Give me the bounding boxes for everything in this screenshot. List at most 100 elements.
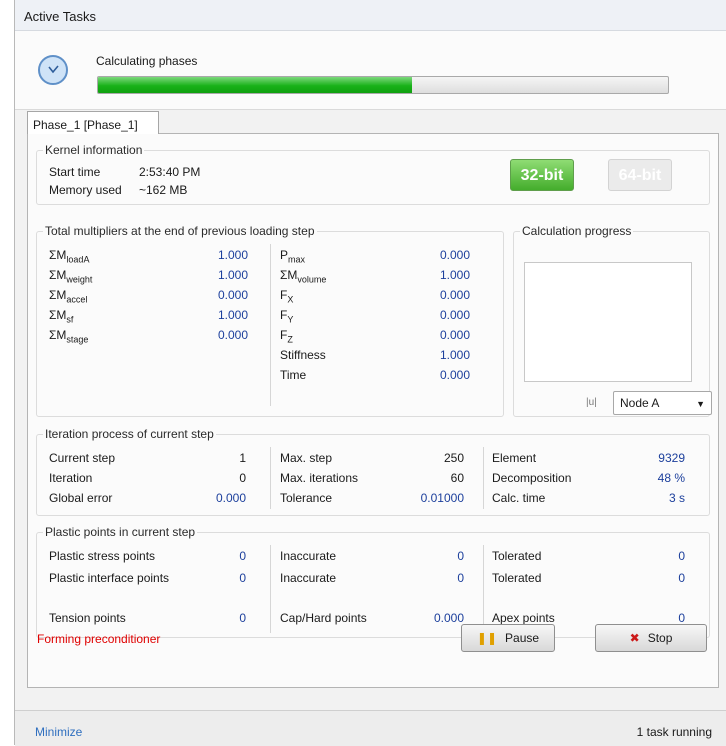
column-divider bbox=[270, 545, 271, 633]
plastic-value: 0 bbox=[457, 571, 464, 585]
plastic-label: Plastic interface points bbox=[49, 571, 170, 585]
multiplier-label: FX bbox=[280, 288, 293, 304]
multiplier-label: FZ bbox=[280, 328, 293, 344]
plastic-label: Tolerated bbox=[492, 571, 542, 585]
title-bar: Active Tasks bbox=[15, 0, 726, 31]
phase-progress-bar bbox=[97, 76, 669, 94]
calculation-progress-plot bbox=[524, 262, 692, 382]
multiplier-subscript: accel bbox=[66, 294, 88, 305]
plastic-label: Tension points bbox=[49, 611, 126, 625]
iteration-value: 9329 bbox=[658, 451, 685, 465]
multiplier-subscript: loadA bbox=[66, 254, 90, 265]
plastic-label: Plastic stress points bbox=[49, 549, 156, 563]
task-count: 1 task running bbox=[636, 725, 712, 739]
plastic-value: 0 bbox=[678, 611, 685, 625]
pause-button[interactable]: ❚❚ Pause bbox=[461, 624, 555, 652]
phase-label: Calculating phases bbox=[96, 54, 198, 68]
kernel-information-title: Kernel information bbox=[43, 143, 145, 157]
iteration-label: Element bbox=[492, 451, 537, 465]
iteration-label: Tolerance bbox=[280, 491, 333, 505]
chevron-down-icon: ▼ bbox=[696, 399, 705, 409]
iteration-group: Iteration process of current step Curren… bbox=[36, 427, 710, 516]
multiplier-label: Time bbox=[280, 368, 306, 382]
node-select[interactable]: Node A ▼ bbox=[613, 391, 712, 415]
plastic-value: 0 bbox=[678, 549, 685, 563]
32-bit-button[interactable]: 32-bit bbox=[510, 159, 574, 191]
multiplier-value: 1.000 bbox=[217, 308, 248, 322]
multiplier-value: 0.000 bbox=[217, 288, 248, 302]
multiplier-label: Stiffness bbox=[280, 348, 326, 362]
multiplier-symbol: Time bbox=[280, 368, 307, 382]
multiplier-value: 0.000 bbox=[439, 328, 470, 342]
multiplier-value: 1.000 bbox=[217, 248, 248, 262]
multiplier-symbol: ΣM bbox=[49, 328, 67, 342]
multiplier-subscript: sf bbox=[66, 314, 74, 325]
start-time-label: Start time bbox=[49, 165, 101, 179]
active-tasks-window: Active Tasks Calculating phases Phase_1 … bbox=[14, 0, 726, 746]
clock-icon bbox=[38, 55, 68, 85]
pause-icon: ❚❚ bbox=[476, 631, 498, 645]
calculation-progress-group: Calculation progress |u| Node A ▼ bbox=[513, 224, 712, 417]
multiplier-subscript: Z bbox=[287, 334, 293, 345]
plastic-label: Cap/Hard points bbox=[280, 611, 367, 625]
multipliers-group: Total multipliers at the end of previous… bbox=[36, 224, 504, 417]
column-divider bbox=[270, 447, 271, 509]
multiplier-value: 1.000 bbox=[439, 348, 470, 362]
status-message: Forming preconditioner bbox=[37, 632, 161, 646]
multiplier-label: Pmax bbox=[280, 248, 305, 264]
iteration-label: Global error bbox=[49, 491, 113, 505]
multiplier-value: 0.000 bbox=[439, 288, 470, 302]
stop-icon: ✖ bbox=[629, 631, 640, 645]
tab-panel: Kernel information Start time 2:53:40 PM… bbox=[27, 133, 719, 688]
iteration-value: 3 s bbox=[668, 491, 685, 505]
iteration-value: 60 bbox=[450, 471, 464, 485]
multiplier-subscript: weight bbox=[66, 274, 93, 285]
phase-header: Calculating phases bbox=[15, 31, 726, 110]
tab-phase-1[interactable]: Phase_1 [Phase_1] bbox=[27, 111, 159, 134]
multiplier-value: 0.000 bbox=[439, 248, 470, 262]
multiplier-symbol: Stiffness bbox=[280, 348, 326, 362]
memory-used-label: Memory used bbox=[49, 183, 122, 197]
calculation-progress-title: Calculation progress bbox=[520, 224, 634, 238]
multiplier-subscript: X bbox=[287, 294, 294, 305]
plastic-label: Apex points bbox=[492, 611, 555, 625]
stop-button-label: Stop bbox=[647, 631, 673, 645]
64-bit-button[interactable]: 64-bit bbox=[608, 159, 672, 191]
iteration-value: 48 % bbox=[657, 471, 685, 485]
multiplier-symbol: ΣM bbox=[49, 248, 67, 262]
iteration-label: Max. step bbox=[280, 451, 333, 465]
multiplier-value: 0.000 bbox=[439, 308, 470, 322]
plastic-value: 0 bbox=[678, 571, 685, 585]
multiplier-label: ΣMstage bbox=[49, 328, 88, 344]
pause-button-label: Pause bbox=[505, 631, 540, 645]
multiplier-subscript: Y bbox=[287, 314, 294, 325]
plastic-label: Inaccurate bbox=[280, 571, 337, 585]
plastic-points-title: Plastic points in current step bbox=[43, 525, 198, 539]
multiplier-subscript: max bbox=[288, 254, 306, 265]
multiplier-symbol: ΣM bbox=[280, 268, 298, 282]
multiplier-value: 1.000 bbox=[439, 268, 470, 282]
column-divider bbox=[483, 447, 484, 509]
iteration-label: Max. iterations bbox=[280, 471, 359, 485]
displacement-icon: |u| bbox=[586, 397, 597, 408]
multiplier-label: ΣMweight bbox=[49, 268, 92, 284]
window-title: Active Tasks bbox=[24, 9, 97, 24]
multiplier-label: FY bbox=[280, 308, 293, 324]
status-bar: Minimize 1 task running bbox=[15, 710, 726, 746]
minimize-link[interactable]: Minimize bbox=[35, 725, 82, 739]
multiplier-symbol: ΣM bbox=[49, 308, 67, 322]
node-select-value: Node A bbox=[620, 396, 660, 410]
multiplier-value: 0.000 bbox=[439, 368, 470, 382]
column-divider bbox=[483, 545, 484, 633]
multiplier-subscript: stage bbox=[66, 334, 89, 345]
multiplier-symbol: ΣM bbox=[49, 268, 67, 282]
memory-used-value: ~162 MB bbox=[139, 183, 188, 197]
stop-button[interactable]: ✖ Stop bbox=[595, 624, 707, 652]
multiplier-subscript: volume bbox=[297, 274, 327, 285]
multiplier-symbol: P bbox=[280, 248, 289, 262]
multiplier-value: 0.000 bbox=[217, 328, 248, 342]
iteration-value: 0.000 bbox=[215, 491, 246, 505]
iteration-value: 0 bbox=[239, 471, 246, 485]
multipliers-title: Total multipliers at the end of previous… bbox=[43, 224, 317, 238]
plastic-label: Inaccurate bbox=[280, 549, 337, 563]
